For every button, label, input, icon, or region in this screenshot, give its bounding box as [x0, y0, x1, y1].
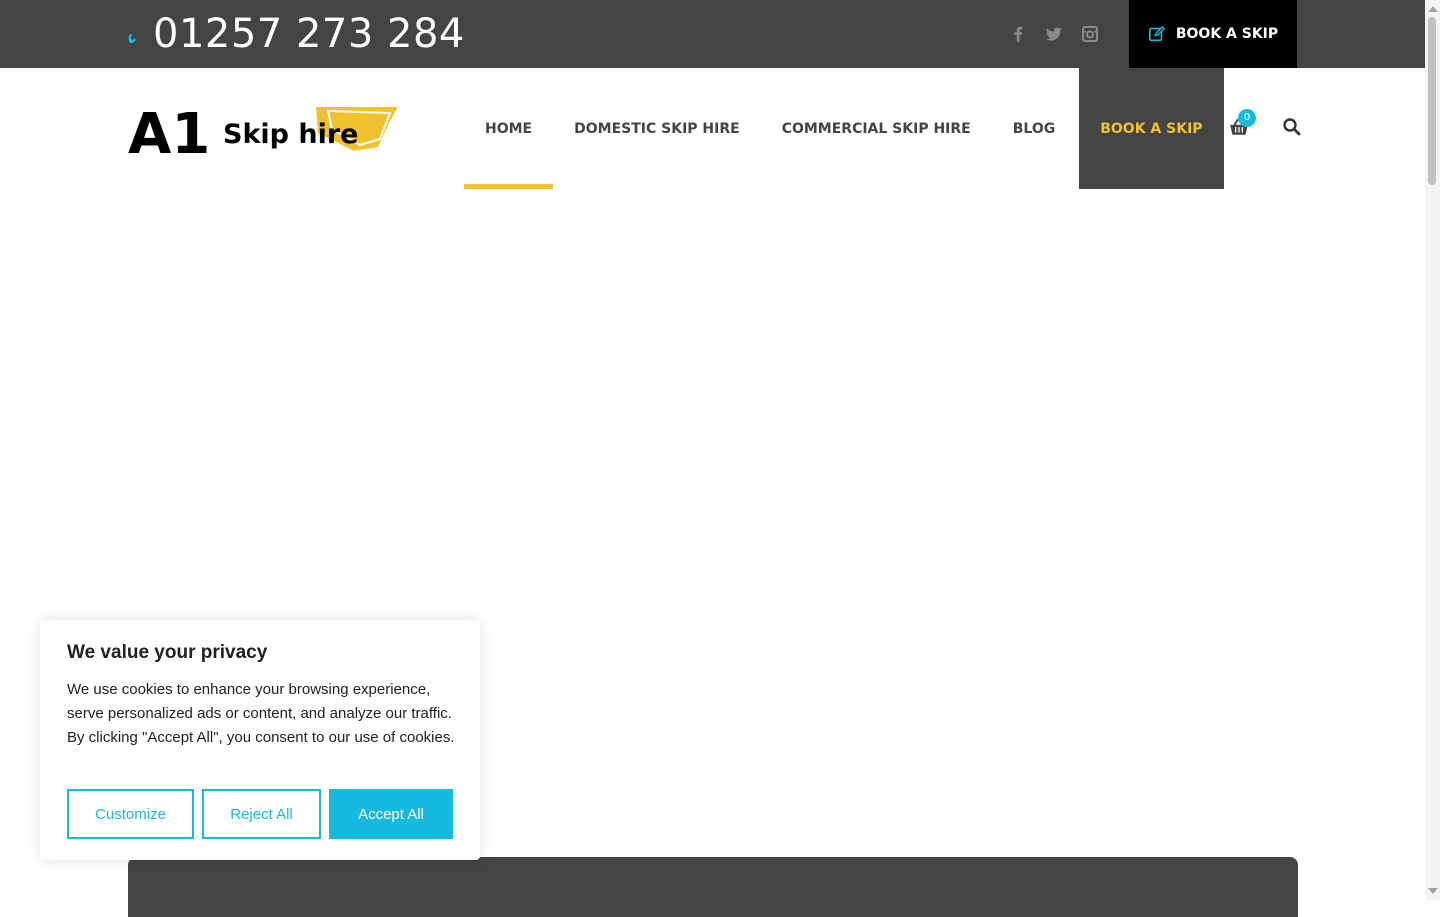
- search-icon[interactable]: [1282, 117, 1302, 137]
- scroll-down-arrow-icon[interactable]: [1428, 888, 1438, 894]
- top-book-a-skip-button[interactable]: BOOK A SKIP: [1129, 0, 1297, 68]
- nav-item-commercial-skip-hire[interactable]: COMMERCIAL SKIP HIRE: [761, 68, 992, 189]
- page-scrollbar[interactable]: [1425, 0, 1440, 900]
- cart-count-badge: 0: [1238, 109, 1256, 127]
- phone-contact[interactable]: 01257 273 284: [127, 10, 465, 58]
- logo-a1-text: A1: [128, 103, 210, 157]
- nav-item-blog[interactable]: BLOG: [992, 68, 1077, 189]
- a1-skip-hire-logo[interactable]: A1 Skip hire: [128, 103, 400, 157]
- scroll-up-arrow-icon[interactable]: [1428, 6, 1438, 12]
- scrollbar-thumb[interactable]: [1428, 17, 1436, 185]
- reject-all-button[interactable]: Reject All: [202, 789, 321, 839]
- site-header: A1 Skip hire HOME DOMESTIC SKIP HIRE COM…: [0, 68, 1425, 189]
- phone-number[interactable]: 01257 273 284: [153, 10, 465, 58]
- nav-item-book-a-skip[interactable]: BOOK A SKIP: [1079, 68, 1224, 189]
- logo-skip-hire-text: Skip hire: [223, 119, 359, 150]
- cookie-title: We value your privacy: [67, 642, 268, 663]
- twitter-icon[interactable]: [1044, 24, 1064, 44]
- cookie-consent-banner: We value your privacy We use cookies to …: [40, 620, 480, 860]
- nav-item-domestic-skip-hire[interactable]: DOMESTIC SKIP HIRE: [553, 68, 761, 189]
- customize-button[interactable]: Customize: [67, 789, 194, 839]
- accept-all-button[interactable]: Accept All: [329, 789, 453, 839]
- main-nav: HOME DOMESTIC SKIP HIRE COMMERCIAL SKIP …: [464, 68, 1224, 189]
- phone-icon: [128, 33, 136, 44]
- social-links: [1008, 22, 1100, 46]
- content-panel: [128, 857, 1298, 917]
- top-bar: 01257 273 284 BOOK A SKIP: [0, 0, 1425, 68]
- edit-icon: [1148, 26, 1165, 42]
- top-book-label: BOOK A SKIP: [1175, 26, 1279, 42]
- cookie-body: We use cookies to enhance your browsing …: [67, 681, 455, 746]
- nav-item-home[interactable]: HOME: [464, 68, 554, 189]
- instagram-icon[interactable]: [1080, 24, 1100, 44]
- facebook-icon[interactable]: [1008, 24, 1028, 44]
